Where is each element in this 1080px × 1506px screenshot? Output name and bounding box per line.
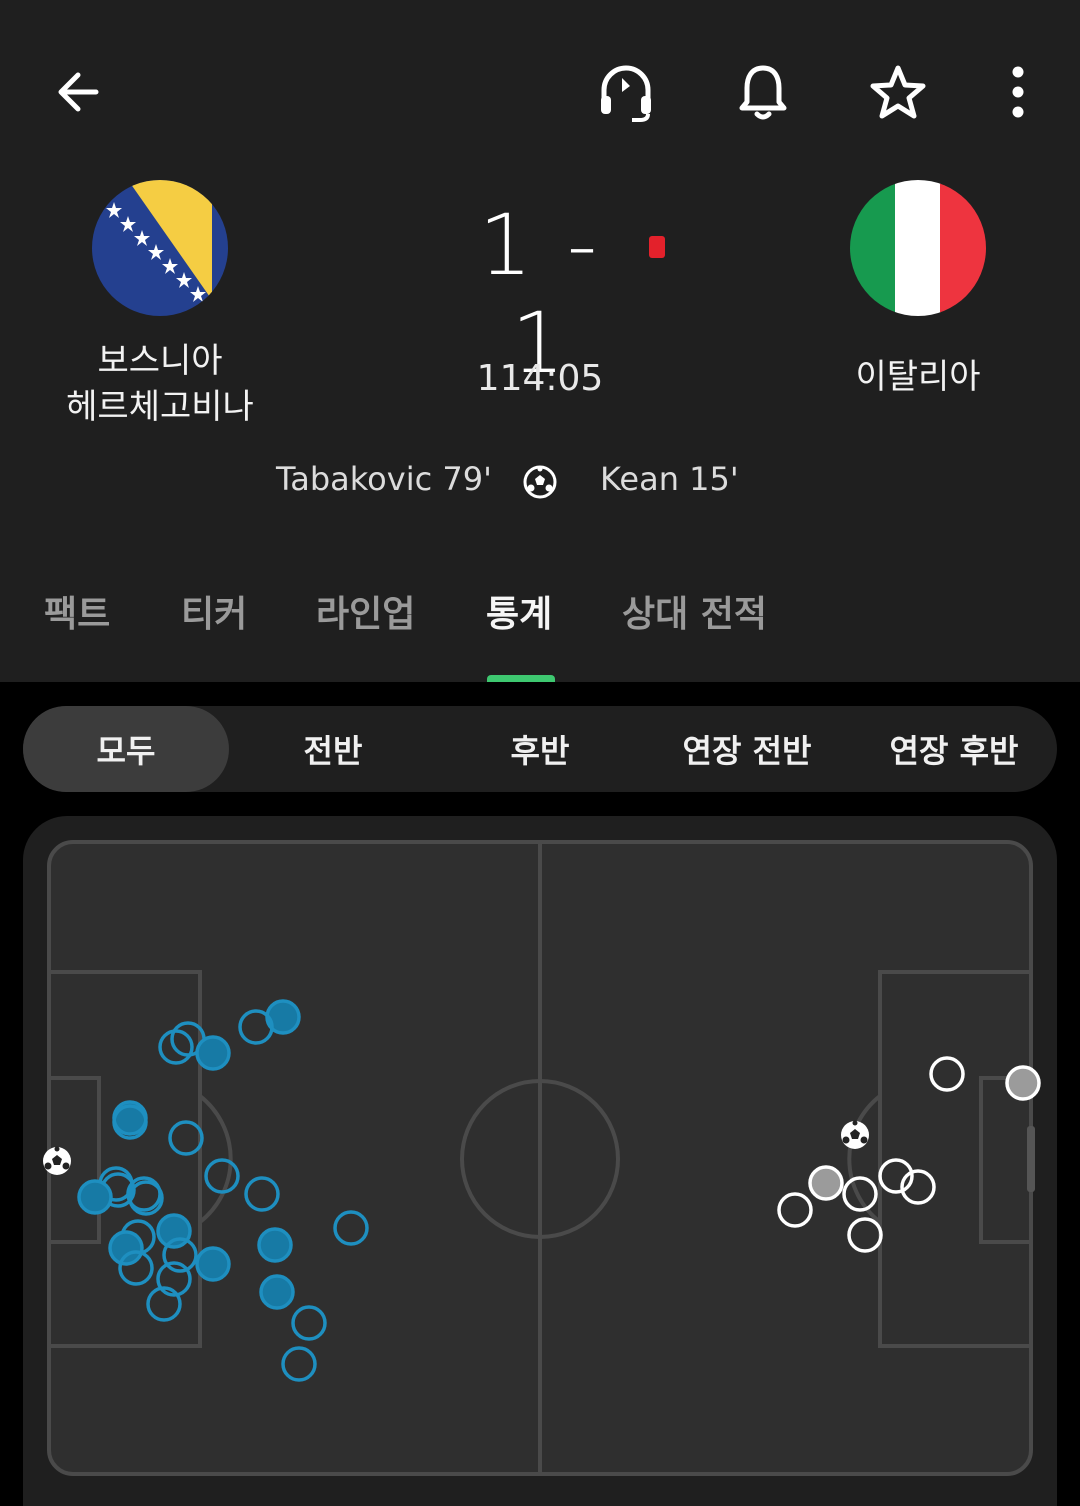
home-shot: [257, 1227, 293, 1263]
headset-icon[interactable]: [590, 56, 662, 128]
bosnia-herzegovina-flag-icon: [92, 180, 228, 316]
home-team-name-line2: 헤르체고비나: [66, 387, 254, 427]
home-shot: [195, 1246, 231, 1282]
match-clock: 114:05: [476, 358, 604, 399]
period-selector: 모두 전반 후반 연장 전반 연장 후반: [23, 706, 1057, 792]
period-all[interactable]: 모두: [23, 706, 229, 792]
tab-facts[interactable]: 팩트: [44, 585, 110, 637]
red-card-icon: [649, 236, 665, 258]
star-icon[interactable]: [862, 56, 934, 128]
away-team-name: 이탈리아: [855, 357, 981, 397]
active-tab-indicator: [487, 675, 555, 682]
shot-map-card: [23, 816, 1057, 1506]
home-shot: [108, 1230, 144, 1266]
tab-stats[interactable]: 통계: [486, 585, 552, 637]
period-second-half[interactable]: 후반: [437, 706, 643, 792]
home-shot: [77, 1179, 113, 1215]
italy-flag-icon: [850, 180, 986, 316]
away-shot: [1005, 1065, 1041, 1101]
tab-lineup[interactable]: 라인업: [316, 585, 415, 637]
match-header: 보스니아 헤르체고비나 1 - 1 114:05 이탈리아 Tabakovic …: [0, 0, 1080, 682]
more-vert-icon[interactable]: [982, 56, 1054, 128]
away-shot: [808, 1165, 844, 1201]
period-first-half[interactable]: 전반: [230, 706, 436, 792]
goal-ball-icon: [522, 464, 558, 504]
tab-bar: 팩트 티커 라인업 통계 상대 전적: [0, 585, 1080, 682]
away-scorer: Kean 15': [600, 460, 739, 498]
home-shot: [259, 1274, 295, 1310]
tab-ticker[interactable]: 티커: [181, 585, 247, 637]
home-team-name-line1: 보스니아: [97, 341, 223, 381]
home-shot: [156, 1213, 192, 1249]
back-arrow-icon[interactable]: [42, 56, 114, 128]
tab-head-to-head[interactable]: 상대 전적: [622, 585, 767, 637]
shot-map-pitch: [43, 840, 1041, 1476]
away-team[interactable]: 이탈리아: [818, 180, 1018, 400]
bell-icon[interactable]: [727, 56, 799, 128]
period-extra-second-half[interactable]: 연장 후반: [851, 706, 1057, 792]
home-shot: [195, 1035, 231, 1071]
home-scorer: Tabakovic 79': [276, 460, 492, 498]
home-team-name: 보스니아 헤르체고비나: [60, 338, 260, 430]
home-team[interactable]: 보스니아 헤르체고비나: [60, 180, 260, 430]
period-extra-first-half[interactable]: 연장 전반: [644, 706, 850, 792]
